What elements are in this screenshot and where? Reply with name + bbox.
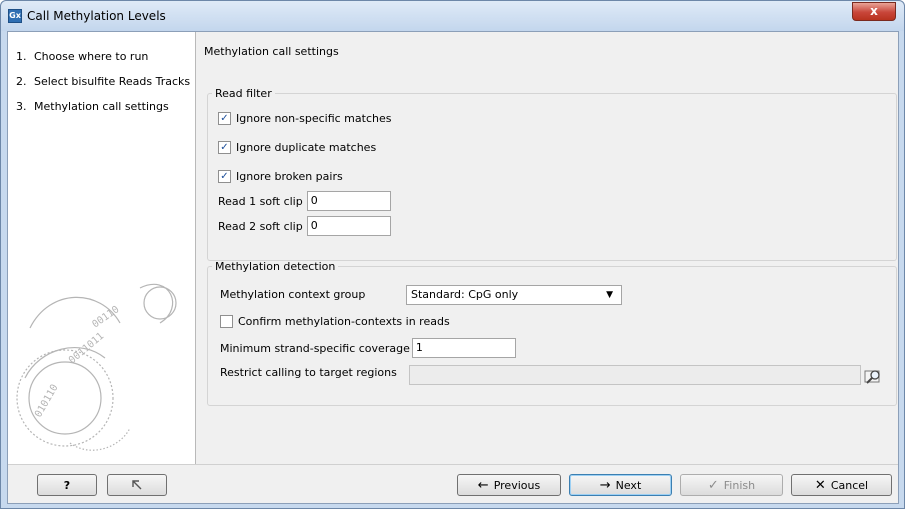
min-coverage-field[interactable]: 1 [411,338,516,358]
section-title: Methylation call settings [204,45,339,58]
previous-label: Previous [493,478,541,492]
restrict-regions-field[interactable] [409,365,861,385]
read2-soft-clip-field[interactable]: 0 [306,216,391,236]
steps-list: 1. Choose where to run 2. Select bisulfi… [16,50,194,125]
button-bar: ? ← Previous → Next ✓ Finish ✕ Cancel [8,464,898,503]
reset-arrow-icon [132,480,142,490]
step-number: 2. [16,75,27,88]
previous-button[interactable]: ← Previous [457,474,561,496]
read1-soft-clip-label: Read 1 soft clip [218,194,303,208]
svg-text:0011011: 0011011 [67,331,106,367]
checkbox-box[interactable]: ✓ [220,315,233,328]
step-methylation-call-settings: 3. Methylation call settings [16,100,194,113]
help-button[interactable]: ? [37,474,97,496]
min-coverage-row: Minimum strand-specific coverage 1 [220,338,516,358]
step-label: Choose where to run [34,50,149,63]
browse-locator-icon[interactable] [863,366,883,386]
app-icon: Gx [8,9,22,23]
svg-text:010110: 010110 [33,383,61,420]
ignore-non-specific-checkbox[interactable]: ✓ Ignore non-specific matches [218,112,391,125]
cancel-button[interactable]: ✕ Cancel [791,474,892,496]
context-group-label: Methylation context group [220,288,366,301]
ignore-duplicate-checkbox[interactable]: ✓ Ignore duplicate matches [218,141,376,154]
next-button[interactable]: → Next [569,474,672,496]
step-select-reads-tracks: 2. Select bisulfite Reads Tracks [16,75,194,88]
checkbox-box[interactable]: ✓ [218,112,231,125]
checkbox-box[interactable]: ✓ [218,170,231,183]
ignore-broken-pairs-checkbox[interactable]: ✓ Ignore broken pairs [218,170,343,183]
arrow-left-icon: ← [477,477,489,493]
checkmark-icon: ✓ [707,477,719,493]
close-button[interactable]: x [852,2,896,21]
checkbox-label: Confirm methylation-contexts in reads [238,315,450,328]
step-label: Select bisulfite Reads Tracks [34,75,191,88]
decorative-logo-icon: 0011011 010110 00110 [16,283,177,451]
read-filter-legend: Read filter [215,87,272,100]
window-title: Call Methylation Levels [27,9,166,23]
finish-label: Finish [723,478,756,492]
cancel-label: Cancel [830,478,869,492]
methylation-detection-legend: Methylation detection [215,260,336,273]
step-label: Methylation call settings [34,100,169,113]
title-bar[interactable]: Gx Call Methylation Levels x [1,1,904,31]
settings-panel: Methylation call settings Read filter ✓ … [197,32,900,464]
read2-soft-clip-row: Read 2 soft clip 0 [218,216,391,236]
step-number: 1. [16,50,27,63]
finish-button[interactable]: ✓ Finish [680,474,783,496]
dialog-client-area: 1. Choose where to run 2. Select bisulfi… [7,31,899,504]
checkbox-label: Ignore non-specific matches [236,112,392,125]
context-group-dropdown[interactable]: Standard: CpG only ▼ [406,285,622,305]
dialog-window: Gx Call Methylation Levels x 1. Choose w… [0,0,905,509]
wizard-steps-panel: 1. Choose where to run 2. Select bisulfi… [8,32,196,464]
help-label: ? [63,478,71,492]
context-group-value: Standard: CpG only [411,288,519,301]
close-x-icon: ✕ [814,477,826,493]
reset-button[interactable] [107,474,167,496]
chevron-down-icon: ▼ [606,290,613,300]
read1-soft-clip-field[interactable]: 0 [306,191,391,211]
confirm-contexts-checkbox[interactable]: ✓ Confirm methylation-contexts in reads [220,315,450,328]
checkbox-label: Ignore broken pairs [236,170,343,183]
step-number: 3. [16,100,27,113]
checkbox-label: Ignore duplicate matches [236,141,377,154]
checkbox-box[interactable]: ✓ [218,141,231,154]
read2-soft-clip-label: Read 2 soft clip [218,219,303,233]
restrict-regions-label: Restrict calling to target regions [220,366,397,379]
next-label: Next [615,478,642,492]
read1-soft-clip-row: Read 1 soft clip 0 [218,191,391,211]
step-choose-where-to-run: 1. Choose where to run [16,50,194,63]
arrow-right-icon: → [599,477,611,493]
min-coverage-label: Minimum strand-specific coverage [220,341,410,355]
